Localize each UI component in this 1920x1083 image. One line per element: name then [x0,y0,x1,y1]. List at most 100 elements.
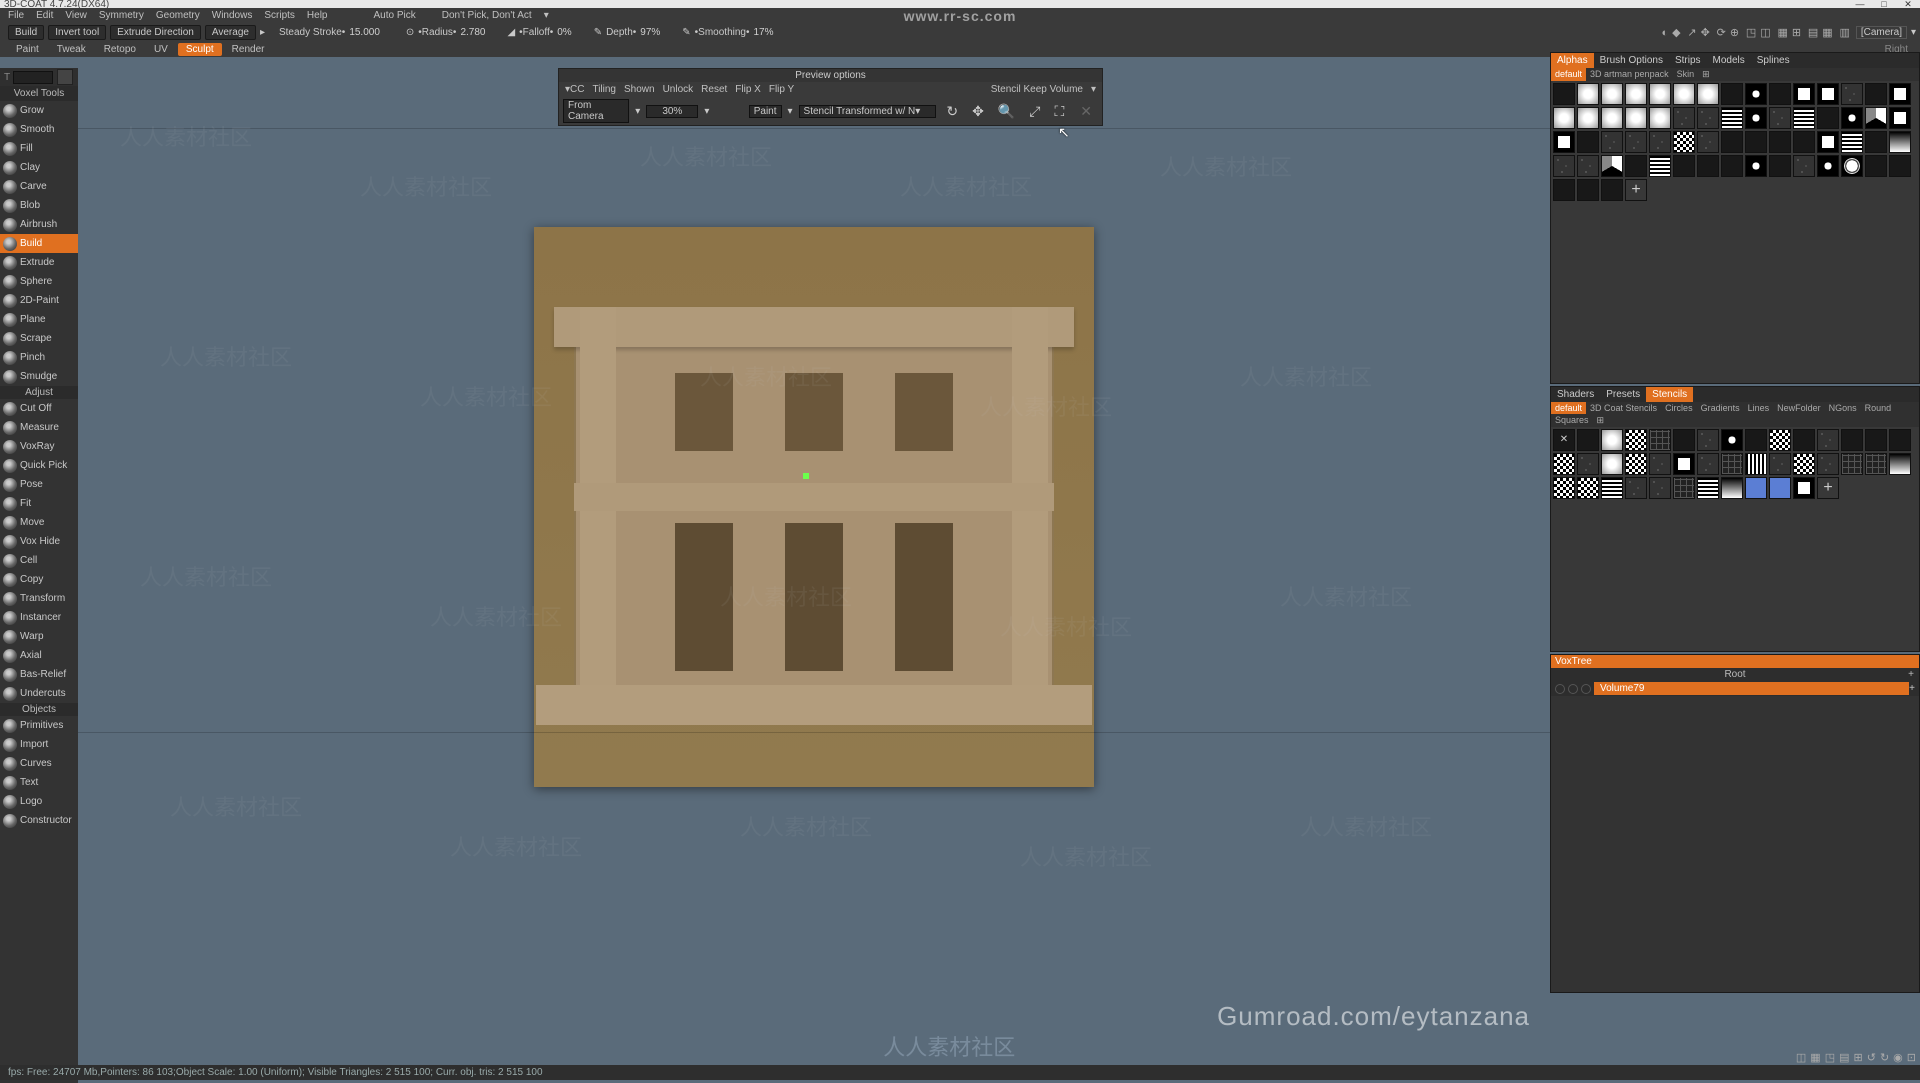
pv-paint[interactable]: Paint [749,105,782,118]
tool-instancer[interactable]: Instancer [0,608,78,627]
tool-transform[interactable]: Transform [0,589,78,608]
stencil-swatch[interactable] [1601,477,1623,499]
tool-blob[interactable]: Blob [0,196,78,215]
falloff-value[interactable]: 0% [557,27,571,38]
vi-10[interactable]: ⊞ [1790,27,1803,39]
alpha-swatch[interactable] [1793,155,1815,177]
stencil-swatch[interactable] [1865,429,1887,451]
alpha-swatch[interactable] [1817,131,1839,153]
alpha-swatch[interactable] [1793,83,1815,105]
tab-presets[interactable]: Presets [1600,387,1646,402]
tool-quick-pick[interactable]: Quick Pick [0,456,78,475]
alpha-swatch[interactable] [1601,131,1623,153]
stencil-swatch[interactable] [1625,453,1647,475]
tab-splines[interactable]: Splines [1751,53,1796,68]
st-sub-round[interactable]: Round [1861,402,1896,414]
tool-axial[interactable]: Axial [0,646,78,665]
pv-zoom-icon[interactable]: 🔍 [994,103,1019,120]
alpha-swatch[interactable] [1697,83,1719,105]
sb-i3[interactable]: ◳ [1825,1051,1835,1064]
alpha-swatch[interactable] [1553,155,1575,177]
mode-render[interactable]: Render [224,43,273,56]
steady-value[interactable]: 15.000 [349,27,380,38]
tool-cut-off[interactable]: Cut Off [0,399,78,418]
pv-keepvol[interactable]: Stencil Keep Volume [989,84,1085,95]
pv-reset[interactable]: Reset [699,84,729,95]
vi-5[interactable]: ⟳ [1715,27,1728,39]
alpha-swatch[interactable] [1769,107,1791,129]
alpha-swatch[interactable] [1625,83,1647,105]
alpha-swatch[interactable] [1865,83,1887,105]
mode-paint[interactable]: Paint [8,43,47,56]
model-canvas[interactable] [534,227,1094,787]
stencil-swatch[interactable] [1889,429,1911,451]
stencil-swatch[interactable] [1697,429,1719,451]
alpha-swatch[interactable] [1721,155,1743,177]
param-invert[interactable]: Invert tool [48,25,106,40]
pv-close-icon[interactable]: ✕ [1074,103,1098,120]
stencil-swatch[interactable] [1721,453,1743,475]
vi-2[interactable]: ◆ [1670,27,1682,39]
stencil-swatch[interactable] [1601,429,1623,451]
alphas-sub-skin[interactable]: Skin [1673,68,1699,81]
menu-edit[interactable]: Edit [32,10,57,21]
tool-clay[interactable]: Clay [0,158,78,177]
stencil-swatch[interactable] [1553,453,1575,475]
alpha-swatch[interactable] [1769,155,1791,177]
stencil-swatch[interactable] [1745,453,1767,475]
tool-carve[interactable]: Carve [0,177,78,196]
menu-dontpick-drop[interactable]: ▾ [540,10,553,21]
pv-opacity[interactable]: 30% [646,105,698,118]
stencil-swatch[interactable]: + [1817,477,1839,499]
tab-models[interactable]: Models [1707,53,1751,68]
arrow-icon[interactable]: ▸ [260,27,265,38]
stencil-swatch[interactable] [1745,429,1767,451]
camera-arrow-icon[interactable]: ▾ [1911,27,1916,38]
vi-13[interactable]: ▥ [1837,27,1851,39]
stencil-swatch[interactable] [1625,429,1647,451]
alpha-swatch[interactable] [1577,107,1599,129]
stencil-swatch[interactable] [1577,429,1599,451]
voxtree-root[interactable]: Root [1724,669,1745,680]
tool-text[interactable]: Text [0,773,78,792]
minimize-button[interactable]: — [1848,0,1872,8]
stencil-swatch[interactable] [1817,429,1839,451]
stencil-swatch[interactable] [1601,453,1623,475]
stencil-swatch[interactable] [1553,477,1575,499]
tool-measure[interactable]: Measure [0,418,78,437]
tool-extrude[interactable]: Extrude [0,253,78,272]
vi-4[interactable]: ✥ [1699,27,1712,39]
alpha-swatch[interactable] [1577,155,1599,177]
tool-voxray[interactable]: VoxRay [0,437,78,456]
pv-stenciltrans[interactable]: Stencil Transformed w/ N▾ [799,105,937,118]
sb-i7[interactable]: ↻ [1880,1051,1889,1064]
st-sub-circles[interactable]: Circles [1661,402,1697,414]
menu-geometry[interactable]: Geometry [152,10,204,21]
tab-strips[interactable]: Strips [1669,53,1707,68]
menu-view[interactable]: View [61,10,91,21]
vi-1[interactable]: ◐ [1660,27,1671,39]
stencil-swatch[interactable] [1865,453,1887,475]
mode-retopo[interactable]: Retopo [96,43,144,56]
pv-cc[interactable]: ▾CC [563,84,586,95]
sb-i9[interactable]: ⊡ [1907,1051,1916,1064]
alpha-swatch[interactable] [1745,131,1767,153]
tool-search[interactable]: T [0,68,78,86]
alpha-swatch[interactable] [1793,107,1815,129]
sb-i5[interactable]: ⊞ [1854,1051,1863,1064]
stencil-swatch[interactable] [1673,429,1695,451]
vi-6[interactable]: ⊕ [1728,27,1741,39]
tab-alphas[interactable]: Alphas [1551,53,1594,68]
tool-vox-hide[interactable]: Vox Hide [0,532,78,551]
alpha-swatch[interactable] [1841,131,1863,153]
pv-keepvol-drop[interactable]: ▾ [1089,84,1098,95]
tool-cell[interactable]: Cell [0,551,78,570]
alpha-swatch[interactable] [1697,131,1719,153]
st-sub-ngons[interactable]: NGons [1825,402,1861,414]
tab-brushoptions[interactable]: Brush Options [1594,53,1669,68]
voxtree-title[interactable]: VoxTree [1551,655,1919,668]
voxtree-add-root[interactable]: + [1908,669,1914,680]
alpha-swatch[interactable] [1865,131,1887,153]
alpha-swatch[interactable] [1889,107,1911,129]
stencil-swatch[interactable] [1577,453,1599,475]
